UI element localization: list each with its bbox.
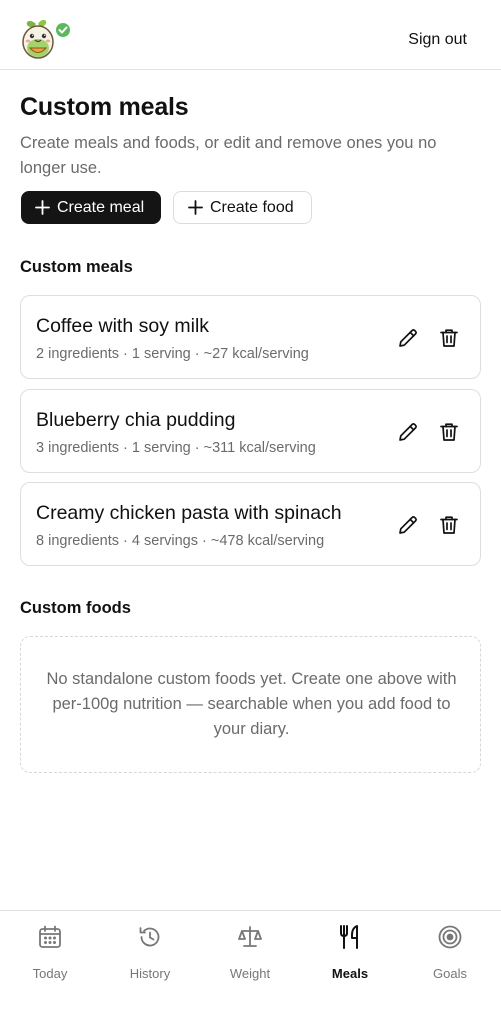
meal-meta: 8 ingredients · 4 servings · ~478 kcal/s… [36, 533, 325, 549]
nav-item-today[interactable]: Today [10, 923, 90, 983]
edit-pencil-icon[interactable] [396, 420, 420, 444]
calendar-icon [36, 923, 64, 951]
app-logo[interactable] [18, 16, 74, 64]
sign-out-link[interactable]: Sign out [408, 31, 467, 49]
plus-icon [188, 200, 203, 215]
nav-label: History [129, 966, 171, 981]
custom-meals-heading: Custom meals [20, 258, 133, 276]
meal-card[interactable]: Blueberry chia pudding 3 ingredients · 1… [20, 389, 481, 473]
meal-card[interactable]: Creamy chicken pasta with spinach 8 ingr… [20, 482, 481, 566]
bottom-nav: Today History Weight Meals Goals [0, 910, 501, 1024]
meal-meta: 2 ingredients · 1 serving · ~27 kcal/ser… [36, 346, 309, 362]
target-icon [436, 923, 464, 951]
app-header: Sign out [0, 0, 501, 70]
custom-foods-empty-state: No standalone custom foods yet. Create o… [20, 636, 481, 773]
nav-item-goals[interactable]: Goals [410, 923, 490, 983]
scale-icon [236, 923, 264, 951]
create-meal-button[interactable]: Create meal [21, 191, 161, 224]
nav-item-weight[interactable]: Weight [210, 923, 290, 983]
custom-foods-heading: Custom foods [20, 599, 131, 617]
create-food-label: Create food [210, 198, 294, 216]
edit-pencil-icon[interactable] [396, 326, 420, 350]
nav-label: Goals [433, 966, 467, 981]
nav-label: Meals [331, 966, 369, 981]
nav-item-history[interactable]: History [110, 923, 190, 983]
delete-trash-icon[interactable] [437, 513, 461, 537]
nav-label: Today [32, 966, 68, 981]
nav-item-meals[interactable]: Meals [310, 923, 390, 983]
fork-knife-icon [336, 923, 364, 951]
create-food-button[interactable]: Create food [173, 191, 312, 224]
empty-state-message: No standalone custom foods yet. Create o… [46, 670, 457, 738]
meal-name: Coffee with soy milk [36, 315, 210, 337]
page-title: Custom meals [20, 93, 189, 121]
edit-pencil-icon[interactable] [396, 513, 420, 537]
nav-label: Weight [229, 966, 271, 981]
delete-trash-icon[interactable] [437, 420, 461, 444]
page-description: Create meals and foods, or edit and remo… [20, 134, 437, 177]
meal-card[interactable]: Coffee with soy milk 2 ingredients · 1 s… [20, 295, 481, 379]
plus-icon [35, 200, 50, 215]
create-meal-label: Create meal [57, 198, 145, 216]
meal-name: Blueberry chia pudding [36, 409, 236, 431]
meal-meta: 3 ingredients · 1 serving · ~311 kcal/se… [36, 440, 316, 456]
history-icon [136, 923, 164, 951]
delete-trash-icon[interactable] [437, 326, 461, 350]
meal-name: Creamy chicken pasta with spinach [36, 502, 342, 524]
